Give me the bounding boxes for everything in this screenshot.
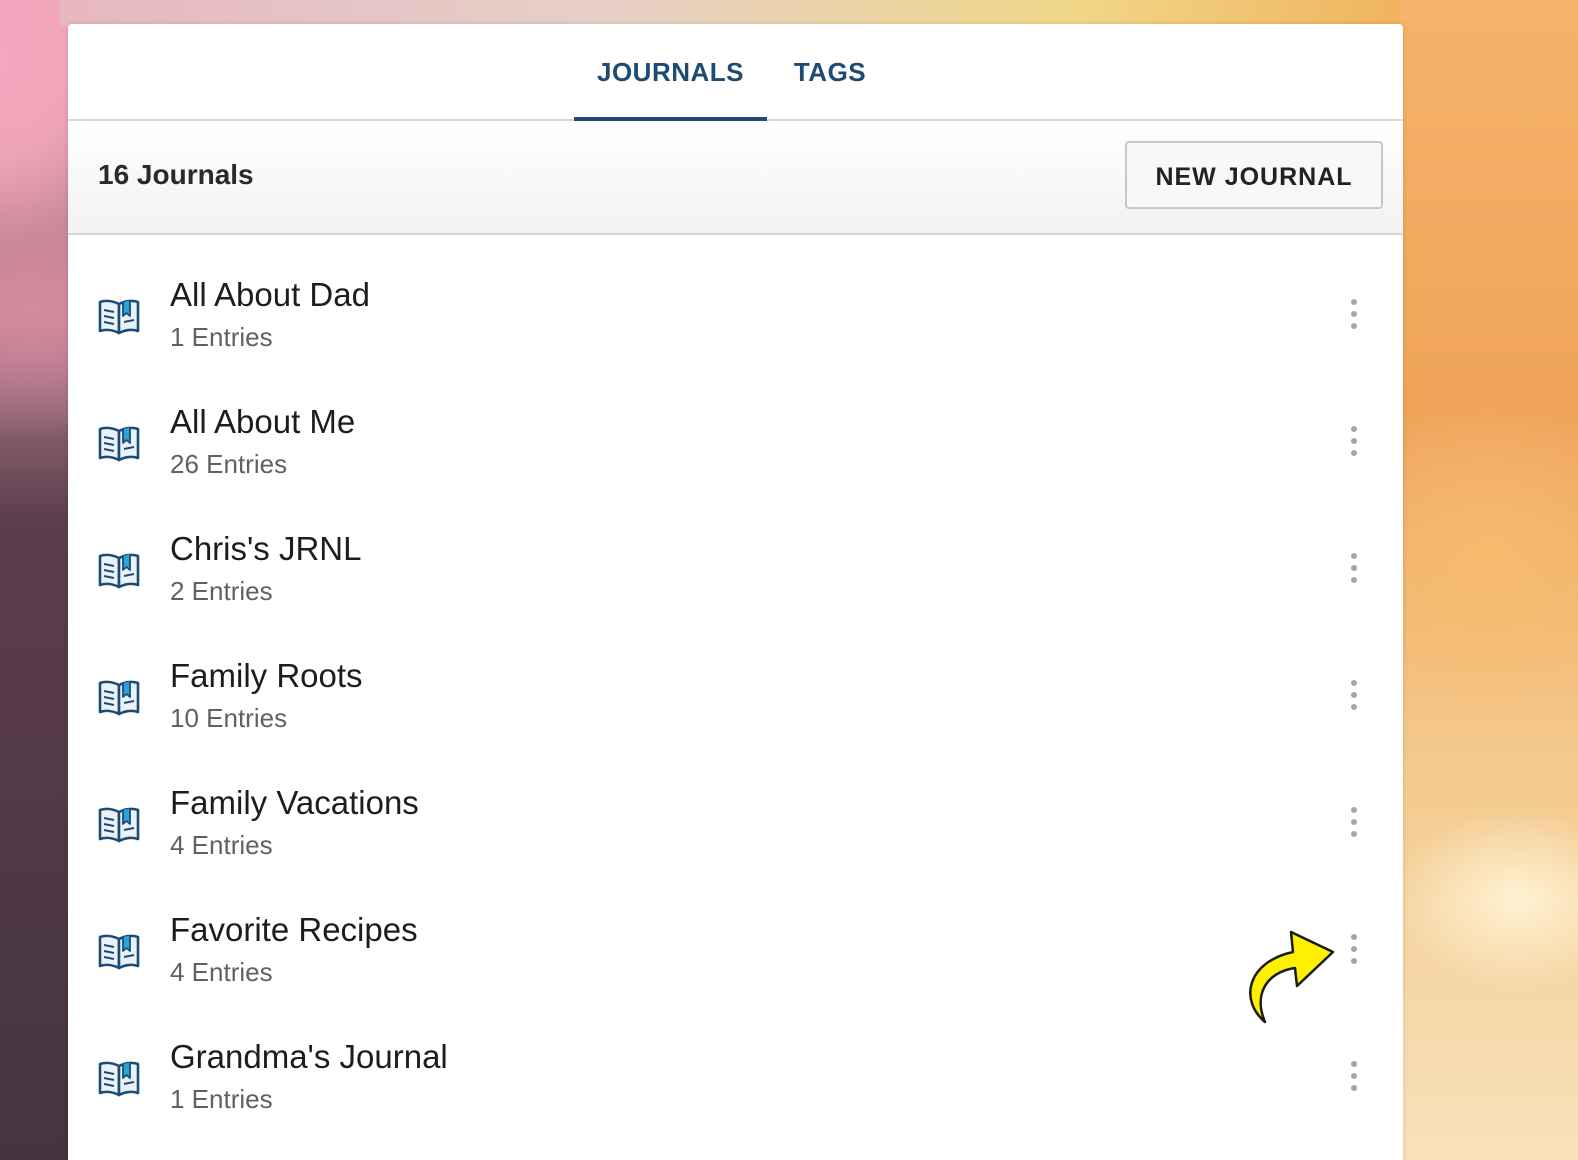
journal-count: 16 Journals xyxy=(98,159,254,190)
open-book-icon xyxy=(98,807,140,843)
kebab-menu-icon[interactable] xyxy=(1340,680,1368,716)
kebab-menu-icon[interactable] xyxy=(1340,807,1368,843)
journal-entry-count: 1 Entries xyxy=(170,322,273,352)
journal-list: All About Dad 1 Entries All About Me 26 … xyxy=(68,235,1403,1124)
journal-entry-count: 4 Entries xyxy=(170,830,273,860)
open-book-icon xyxy=(98,553,140,589)
kebab-menu-icon[interactable] xyxy=(1340,426,1368,462)
journals-toolbar: 16 Journals NEW JOURNAL xyxy=(68,121,1403,235)
background-top-strip xyxy=(60,0,1408,26)
background-right-strip xyxy=(1398,0,1578,1160)
kebab-menu-icon[interactable] xyxy=(1340,1061,1368,1097)
kebab-menu-icon[interactable] xyxy=(1340,553,1368,589)
journal-entry-count: 4 Entries xyxy=(170,957,273,987)
tab-journals[interactable]: JOURNALS xyxy=(574,24,767,121)
kebab-menu-icon[interactable] xyxy=(1340,934,1368,970)
kebab-menu-icon[interactable] xyxy=(1340,299,1368,335)
journal-entry-count: 1 Entries xyxy=(170,1084,273,1114)
journal-row[interactable]: All About Dad 1 Entries xyxy=(68,235,1403,362)
open-book-icon xyxy=(98,1061,140,1097)
journal-entry-count: 2 Entries xyxy=(170,576,273,606)
journal-row[interactable]: Grandma's Journal 1 Entries xyxy=(68,997,1403,1124)
curved-arrow-icon xyxy=(1249,930,1335,1024)
journal-title: Family Vacations xyxy=(170,784,419,821)
tab-bar: JOURNALS TAGS xyxy=(68,24,1403,121)
journal-entry-count: 10 Entries xyxy=(170,703,288,733)
journal-title: Family Roots xyxy=(170,657,363,694)
journal-title: Chris's JRNL xyxy=(170,530,362,567)
tab-tags[interactable]: TAGS xyxy=(784,24,876,119)
journal-row[interactable]: All About Me 26 Entries xyxy=(68,362,1403,489)
journal-row[interactable]: Favorite Recipes 4 Entries xyxy=(68,870,1403,997)
open-book-icon xyxy=(98,680,140,716)
journal-row[interactable]: Family Vacations 4 Entries xyxy=(68,743,1403,870)
journal-title: All About Dad xyxy=(170,276,370,313)
journal-title: Favorite Recipes xyxy=(170,911,418,948)
open-book-icon xyxy=(98,299,140,335)
new-journal-button[interactable]: NEW JOURNAL xyxy=(1125,141,1383,209)
journals-panel: JOURNALS TAGS 16 Journals NEW JOURNAL Al… xyxy=(68,24,1403,1160)
journal-title: All About Me xyxy=(170,403,356,440)
journal-row[interactable]: Family Roots 10 Entries xyxy=(68,616,1403,743)
journal-row[interactable]: Chris's JRNL 2 Entries xyxy=(68,489,1403,616)
open-book-icon xyxy=(98,426,140,462)
journal-entry-count: 26 Entries xyxy=(170,449,288,479)
journal-title: Grandma's Journal xyxy=(170,1038,448,1075)
open-book-icon xyxy=(98,934,140,970)
